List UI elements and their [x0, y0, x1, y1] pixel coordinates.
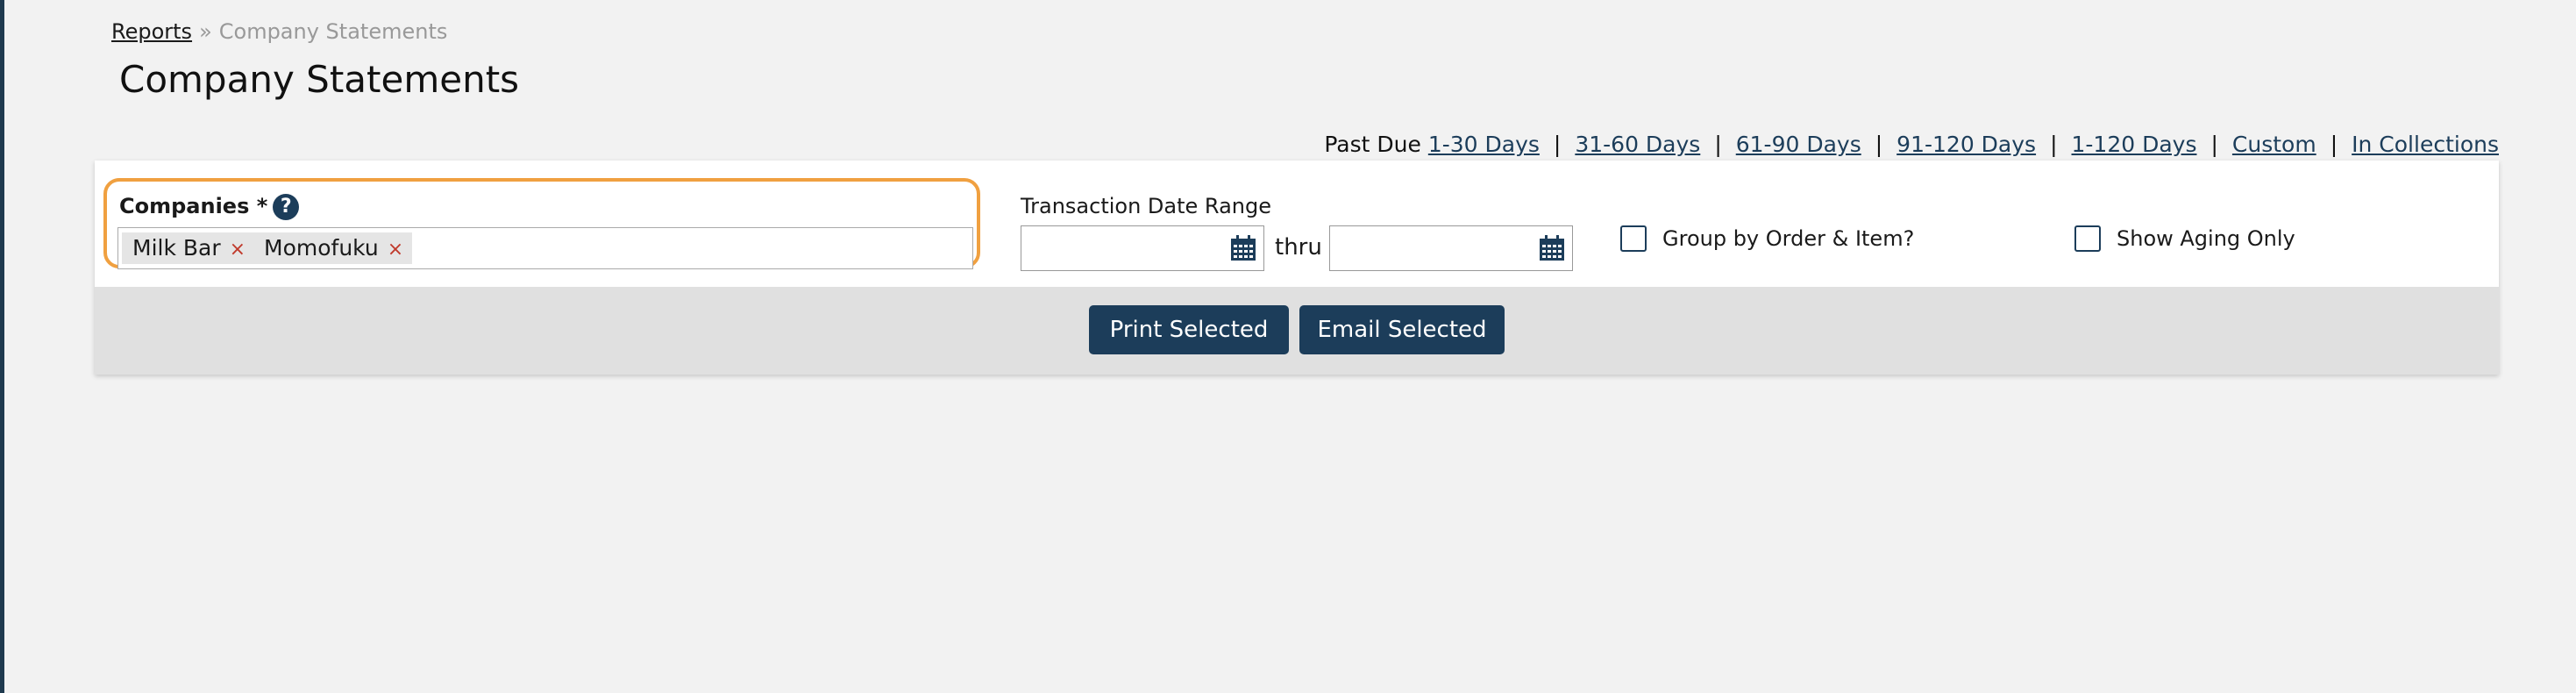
show-aging-only-option: Show Aging Only	[2074, 225, 2295, 252]
pipe-separator: |	[2210, 132, 2218, 157]
calendar-icon[interactable]	[1228, 233, 1258, 263]
breadcrumb-current: Company Statements	[218, 19, 448, 44]
company-tag-label: Momofuku	[264, 235, 379, 261]
pipe-separator: |	[2330, 132, 2338, 157]
date-from-field[interactable]	[1021, 225, 1264, 271]
pipe-separator: |	[2050, 132, 2058, 157]
past-due-91-120-link[interactable]: 91-120 Days	[1896, 132, 2036, 157]
breadcrumb-separator: »	[199, 19, 212, 44]
calendar-icon[interactable]	[1537, 233, 1567, 263]
past-due-filter-bar: Past Due 1-30 Days | 31-60 Days | 61-90 Days…	[1324, 132, 2499, 157]
help-icon[interactable]: ?	[273, 194, 300, 220]
past-due-1-30-link[interactable]: 1-30 Days	[1428, 132, 1540, 157]
past-due-in-collections-link[interactable]: In Collections	[2352, 132, 2499, 157]
pipe-separator: |	[1714, 132, 1722, 157]
page-title: Company Statements	[119, 58, 520, 101]
group-by-order-item-label: Group by Order & Item?	[1662, 226, 1915, 251]
left-edge-bar	[0, 0, 4, 693]
past-due-label: Past Due	[1324, 132, 1421, 157]
show-aging-only-checkbox[interactable]	[2074, 225, 2101, 252]
past-due-31-60-link[interactable]: 31-60 Days	[1575, 132, 1700, 157]
panel-action-bar	[95, 287, 2499, 375]
group-by-order-item-checkbox[interactable]	[1620, 225, 1647, 252]
print-selected-button[interactable]: Print Selected	[1089, 305, 1289, 354]
pipe-separator: |	[1875, 132, 1883, 157]
companies-label-row: Companies *?	[119, 194, 300, 220]
date-to-field[interactable]	[1329, 225, 1573, 271]
breadcrumb-reports-link[interactable]: Reports	[111, 19, 192, 44]
past-due-61-90-link[interactable]: 61-90 Days	[1736, 132, 1861, 157]
email-selected-button[interactable]: Email Selected	[1299, 305, 1505, 354]
breadcrumb: Reports » Company Statements	[111, 19, 447, 44]
remove-tag-icon[interactable]: ×	[388, 239, 403, 261]
company-tag: Milk Bar ×	[122, 232, 255, 264]
remove-tag-icon[interactable]: ×	[230, 239, 246, 261]
past-due-1-120-link[interactable]: 1-120 Days	[2072, 132, 2197, 157]
company-tag-label: Milk Bar	[132, 235, 221, 261]
companies-label: Companies *	[119, 194, 268, 218]
group-by-order-item-option: Group by Order & Item?	[1620, 225, 1914, 252]
pipe-separator: |	[1553, 132, 1562, 157]
thru-label: thru	[1275, 234, 1322, 261]
show-aging-only-label: Show Aging Only	[2117, 226, 2295, 251]
filter-panel: Companies *? Milk Bar × Momofuku × Transac…	[95, 161, 2499, 375]
companies-multiselect[interactable]: Milk Bar × Momofuku ×	[117, 227, 973, 269]
transaction-date-range-label: Transaction Date Range	[1021, 194, 1271, 218]
company-tag: Momofuku ×	[253, 232, 413, 264]
past-due-custom-link[interactable]: Custom	[2232, 132, 2316, 157]
